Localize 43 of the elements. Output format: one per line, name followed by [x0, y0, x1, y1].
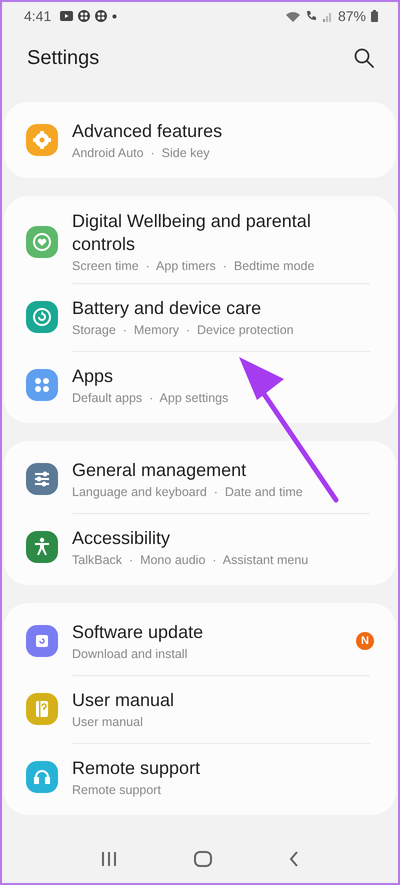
item-title: Advanced features — [72, 120, 224, 143]
settings-item[interactable]: Digital Wellbeing and parental controls Screen time · App timers · Bedtime mode — [4, 200, 396, 283]
item-subtitle: Default apps · App settings — [72, 391, 230, 405]
status-time: 4:41 — [24, 8, 52, 24]
settings-item[interactable]: Software update Download and install N — [4, 607, 396, 675]
call-icon — [304, 10, 318, 22]
item-title: Digital Wellbeing and parental controls — [72, 210, 312, 256]
item-title: Accessibility — [72, 527, 172, 550]
settings-item[interactable]: Apps Default apps · App settings — [4, 351, 396, 419]
settings-item[interactable]: General management Language and keyboard · Date and time — [4, 445, 396, 513]
settings-item[interactable]: Advanced features Android Auto · Side key — [4, 106, 396, 174]
clover-icon — [95, 10, 108, 22]
item-subtitle: Android Auto · Side key — [72, 146, 211, 160]
item-subtitle: Language and keyboard · Date and time — [72, 485, 304, 499]
settings-item[interactable]: Accessibility TalkBack · Mono audio · Assistant menu — [4, 513, 396, 581]
video-icon — [60, 11, 74, 21]
new-badge: N — [356, 632, 374, 650]
recent-apps-icon[interactable] — [100, 852, 117, 866]
item-title: General management — [72, 459, 248, 482]
settings-item[interactable]: User manual User manual — [4, 675, 396, 743]
settings-item[interactable]: Battery and device care Storage · Memory · Device protection — [4, 283, 396, 351]
item-subtitle: User manual — [72, 715, 144, 729]
item-subtitle: Download and install — [72, 647, 188, 661]
item-subtitle: TalkBack · Mono audio · Assistant menu — [72, 553, 310, 567]
settings-item[interactable]: Remote support Remote support — [4, 743, 396, 811]
item-subtitle: Remote support — [72, 783, 162, 797]
page-title: Settings — [27, 46, 100, 70]
item-title: Software update — [72, 621, 204, 644]
battery-icon — [371, 10, 378, 22]
notification-dot-icon — [112, 14, 118, 18]
item-title: User manual — [72, 689, 176, 712]
wifi-icon — [286, 10, 300, 22]
item-title: Apps — [72, 365, 114, 388]
item-title: Remote support — [72, 757, 202, 780]
item-subtitle: Storage · Memory · Device protection — [72, 323, 295, 337]
item-title: Battery and device care — [72, 297, 262, 320]
battery-percent: 87% — [338, 8, 366, 24]
search-icon[interactable] — [354, 48, 374, 68]
home-icon[interactable] — [194, 851, 212, 867]
signal-icon — [322, 10, 333, 22]
clover-icon — [78, 10, 90, 22]
item-subtitle: Screen time · App timers · Bedtime mode — [72, 259, 316, 273]
back-icon[interactable] — [289, 851, 300, 867]
